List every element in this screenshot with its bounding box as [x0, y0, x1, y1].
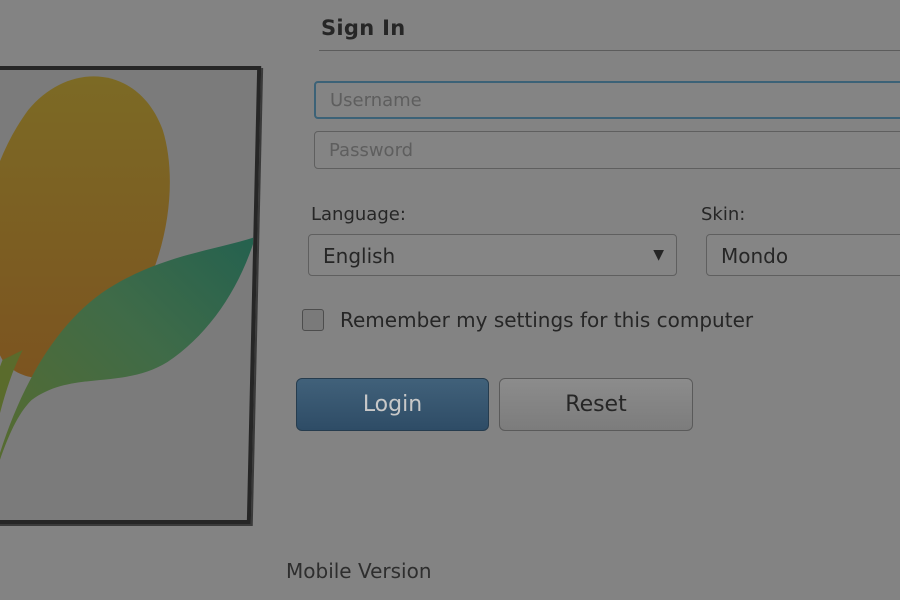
username-input[interactable] — [314, 81, 900, 119]
skin-select[interactable]: Mondo — [706, 234, 900, 276]
language-select-value: English — [323, 244, 396, 268]
language-label: Language: — [311, 204, 406, 225]
sign-in-title: Sign In — [321, 16, 406, 40]
remember-settings-row[interactable]: Remember my settings for this computer — [302, 308, 753, 332]
remember-settings-label[interactable]: Remember my settings for this computer — [340, 308, 753, 332]
login-button[interactable]: Login — [296, 378, 489, 431]
skin-label: Skin: — [701, 204, 746, 225]
password-input[interactable] — [314, 131, 900, 169]
login-screen: Sign In Language: Skin: English ▼ Mondo … — [0, 0, 900, 600]
chevron-down-icon[interactable]: ▼ — [653, 235, 664, 275]
reset-button[interactable]: Reset — [499, 378, 693, 431]
flower-logo-icon — [0, 66, 262, 524]
mobile-version-link[interactable]: Mobile Version — [286, 559, 432, 583]
skin-select-value: Mondo — [721, 244, 789, 268]
language-select[interactable]: English ▼ — [308, 234, 677, 276]
title-divider — [319, 50, 900, 51]
remember-settings-checkbox[interactable] — [302, 309, 324, 331]
